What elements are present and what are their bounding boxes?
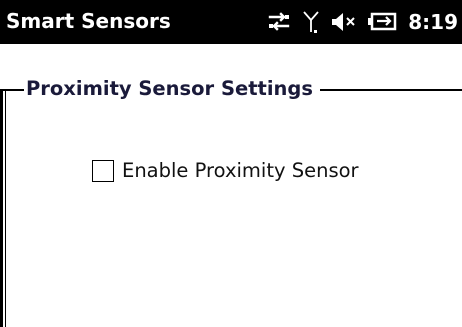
group-title: Proximity Sensor Settings (26, 77, 315, 101)
enable-proximity-row[interactable]: Enable Proximity Sensor (92, 159, 359, 183)
enable-proximity-checkbox[interactable] (92, 160, 114, 182)
app-title: Smart Sensors (6, 9, 171, 33)
group-border-left (0, 90, 3, 327)
status-icons: 8:19 (266, 0, 458, 44)
speaker-muted-icon[interactable] (330, 10, 358, 34)
group-border-left-inner (5, 90, 6, 327)
battery-charging-icon[interactable] (368, 11, 398, 33)
connectivity-arrows-icon[interactable] (266, 9, 292, 35)
group-border-top-right (320, 89, 462, 91)
group-border-top-left (0, 89, 24, 91)
proximity-settings-group: Proximity Sensor Settings (0, 77, 462, 327)
enable-proximity-label[interactable]: Enable Proximity Sensor (122, 159, 359, 183)
clock: 8:19 (408, 10, 458, 34)
signal-antenna-icon[interactable] (302, 8, 320, 36)
title-bar: Smart Sensors 8:19 (0, 0, 462, 44)
